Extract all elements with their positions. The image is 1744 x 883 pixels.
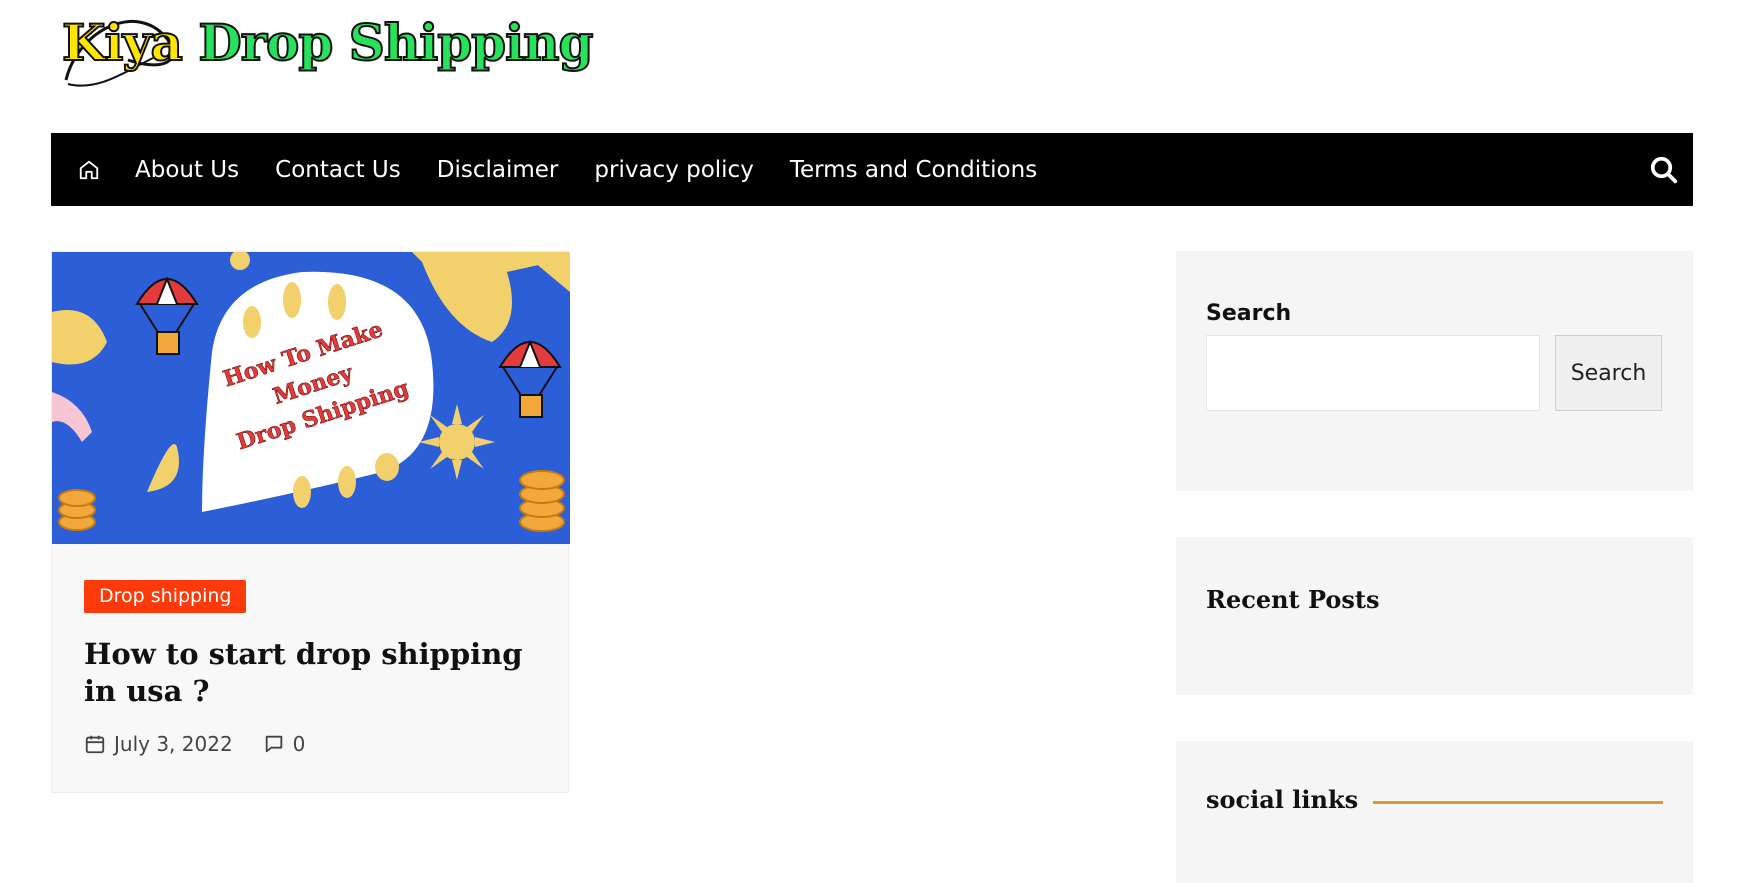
post-date[interactable]: July 3, 2022 — [114, 732, 233, 756]
category-badge[interactable]: Drop shipping — [84, 580, 247, 613]
logo-text-drop-shipping: Drop Shipping — [181, 13, 594, 72]
search-label: Search — [1206, 301, 1292, 326]
nav-item-contact-us[interactable]: Contact Us — [257, 157, 419, 183]
comment-icon — [265, 735, 282, 753]
site-logo[interactable]: Kiya Drop Shipping — [58, 8, 594, 90]
nav-item-privacy-policy[interactable]: privacy policy — [576, 157, 771, 183]
search-button[interactable]: Search — [1555, 335, 1662, 411]
search-input[interactable] — [1206, 335, 1540, 411]
nav-item-terms-and-conditions[interactable]: Terms and Conditions — [772, 157, 1055, 183]
calendar-icon — [85, 735, 105, 754]
logo-text-kiya: Kiya — [61, 13, 184, 72]
post-featured-image[interactable]: How To Make Money Drop Shipping — [52, 252, 570, 544]
logo-text: Kiya Drop Shipping — [61, 17, 594, 69]
search-icon[interactable] — [1649, 155, 1679, 185]
social-links-title: social links — [1206, 785, 1359, 814]
featured-image-illustration: How To Make Money Drop Shipping — [52, 252, 570, 544]
recent-posts-title: Recent Posts — [1206, 585, 1380, 614]
title-divider — [1373, 801, 1663, 804]
home-icon — [79, 160, 99, 179]
comment-count[interactable]: 0 — [293, 732, 306, 756]
nav-item-about-us[interactable]: About Us — [117, 157, 257, 183]
social-links-widget: social links — [1176, 741, 1693, 883]
nav-home-link[interactable] — [61, 133, 117, 206]
post-title[interactable]: How to start drop shipping in usa ? — [84, 636, 544, 710]
search-widget: Search Search — [1176, 251, 1693, 491]
post-card: How To Make Money Drop Shipping Drop shi… — [51, 251, 570, 793]
main-nav: About Us Contact Us Disclaimer privacy p… — [51, 133, 1693, 206]
nav-item-disclaimer[interactable]: Disclaimer — [419, 157, 577, 183]
post-meta: July 3, 2022 0 — [84, 732, 305, 756]
recent-posts-widget: Recent Posts — [1176, 537, 1693, 695]
